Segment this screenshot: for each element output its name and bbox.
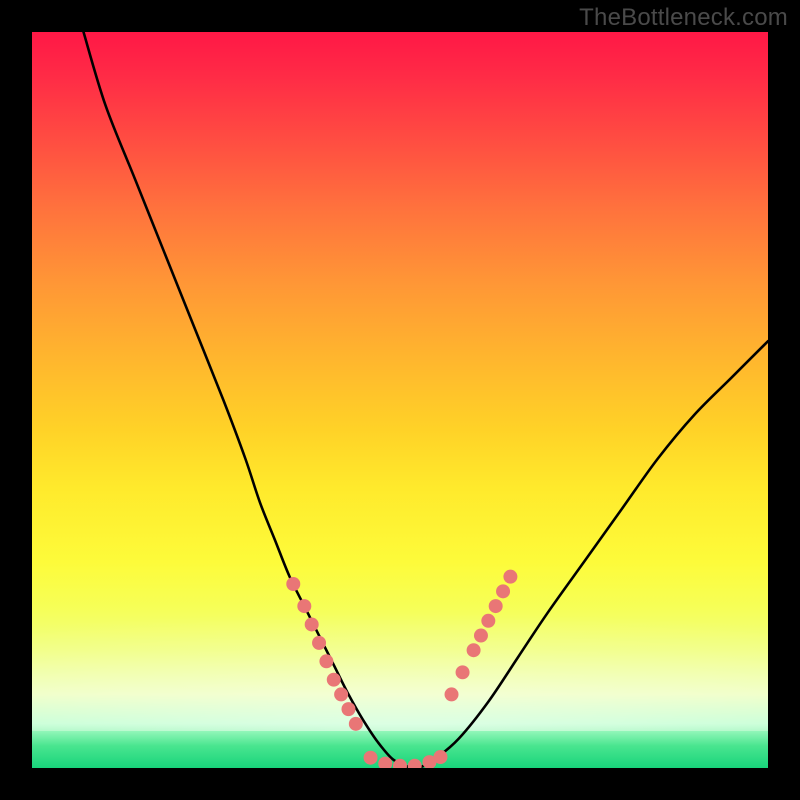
left-cluster-marker <box>349 717 363 731</box>
right-cluster-marker <box>474 629 488 643</box>
right-cluster-marker <box>489 599 503 613</box>
left-cluster-marker <box>319 654 333 668</box>
bottom-cluster-marker <box>408 759 422 768</box>
left-cluster-marker <box>312 636 326 650</box>
right-cluster-marker <box>467 643 481 657</box>
chart-frame: TheBottleneck.com <box>0 0 800 800</box>
left-cluster-marker <box>305 617 319 631</box>
left-cluster-marker <box>327 673 341 687</box>
curve-layer <box>32 32 768 768</box>
bottleneck-curve <box>84 32 768 768</box>
left-cluster-marker <box>334 687 348 701</box>
plot-area <box>32 32 768 768</box>
left-cluster-marker <box>341 702 355 716</box>
right-cluster-marker <box>456 665 470 679</box>
bottom-cluster-marker <box>364 751 378 765</box>
right-cluster-marker <box>503 570 517 584</box>
bottom-cluster-marker <box>433 750 447 764</box>
left-cluster-marker <box>286 577 300 591</box>
curve-markers <box>286 570 517 768</box>
right-cluster-marker <box>445 687 459 701</box>
right-cluster-marker <box>496 584 510 598</box>
watermark-text: TheBottleneck.com <box>579 4 788 32</box>
left-cluster-marker <box>297 599 311 613</box>
right-cluster-marker <box>481 614 495 628</box>
